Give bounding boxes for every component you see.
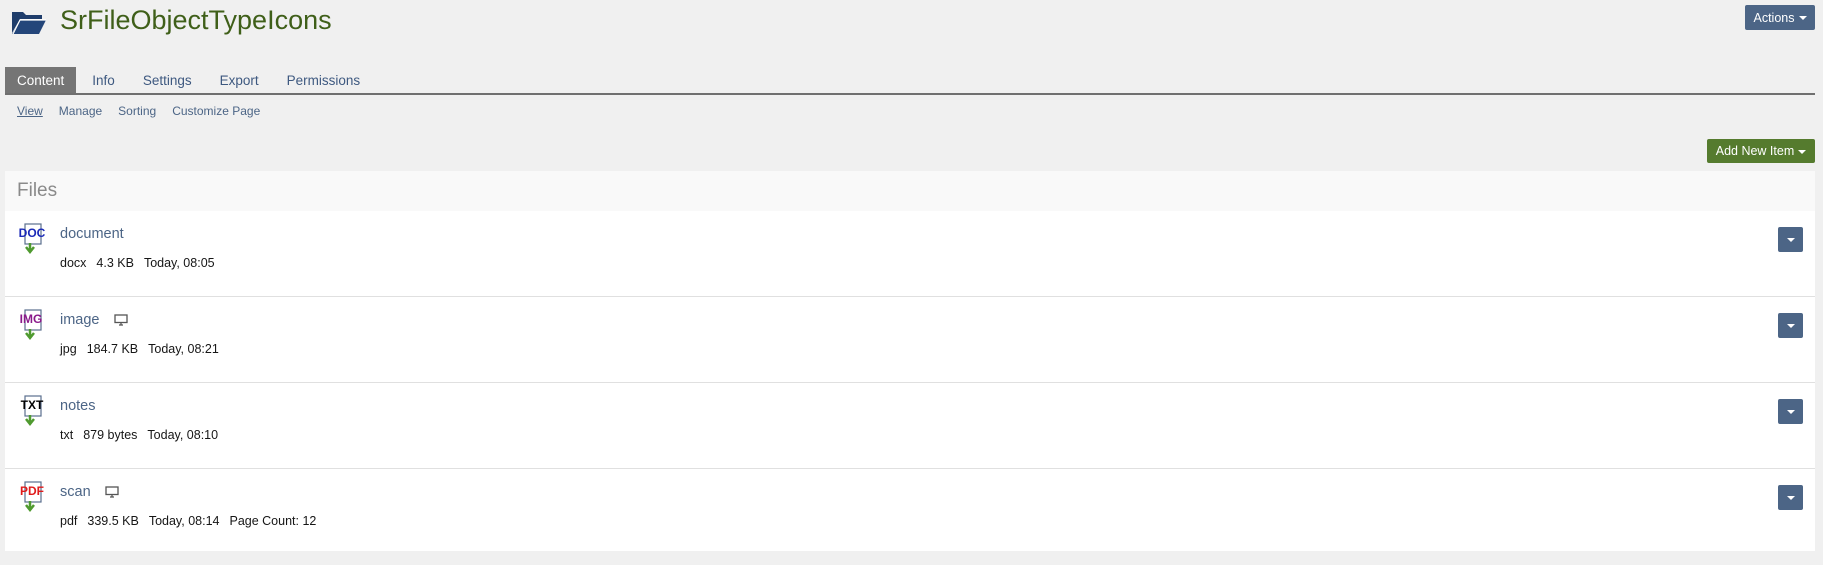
- file-title-text: image: [60, 312, 100, 328]
- monitor-preview-icon[interactable]: [113, 314, 128, 326]
- tab-settings[interactable]: Settings: [131, 67, 204, 93]
- caret-down-icon: [1786, 410, 1795, 414]
- caret-down-icon: [1798, 16, 1807, 20]
- txt-file-icon: TXT: [21, 395, 44, 427]
- item-actions-dropdown[interactable]: [1778, 313, 1803, 338]
- actions-button[interactable]: Actions: [1745, 5, 1815, 30]
- tab-bar: Content Info Settings Export Permissions: [5, 67, 1815, 95]
- file-meta: jpg 184.7 KB Today, 08:21: [60, 342, 219, 356]
- subtab-customize-page[interactable]: Customize Page: [172, 104, 260, 118]
- img-file-icon: IMG: [20, 309, 43, 341]
- tab-permissions[interactable]: Permissions: [275, 67, 373, 93]
- file-title-link[interactable]: document: [60, 226, 124, 242]
- pdf-file-icon: PDF: [20, 481, 44, 513]
- tab-info[interactable]: Info: [80, 67, 127, 93]
- file-extension: docx: [60, 256, 87, 270]
- item-actions-dropdown[interactable]: [1778, 399, 1803, 424]
- doc-file-icon: DOC: [19, 223, 46, 255]
- item-actions-dropdown[interactable]: [1778, 227, 1803, 252]
- list-item: TXT notes txt 879 bytes Today, 08:10: [5, 383, 1815, 469]
- file-title-text: scan: [60, 484, 91, 500]
- subtab-sorting[interactable]: Sorting: [118, 104, 156, 118]
- tab-export[interactable]: Export: [208, 67, 271, 93]
- file-title-text: document: [60, 226, 124, 242]
- file-meta: pdf 339.5 KB Today, 08:14 Page Count: 12: [60, 514, 316, 528]
- file-meta: docx 4.3 KB Today, 08:05: [60, 256, 215, 270]
- file-extension: jpg: [60, 342, 77, 356]
- caret-down-icon: [1786, 324, 1795, 328]
- file-extension: pdf: [60, 514, 78, 528]
- file-date: Today, 08:14: [148, 514, 220, 528]
- file-title-link[interactable]: notes: [60, 398, 95, 414]
- subtab-manage[interactable]: Manage: [59, 104, 102, 118]
- add-new-item-button[interactable]: Add New Item: [1707, 139, 1815, 163]
- page-title: SrFileObjectTypeIcons: [60, 5, 332, 35]
- svg-text:PDF: PDF: [20, 484, 44, 498]
- subtab-view[interactable]: View: [17, 104, 43, 118]
- caret-down-icon: [1786, 496, 1795, 500]
- list-item: IMG image jpg 184.7 KB Today, 08:21: [5, 297, 1815, 383]
- svg-text:TXT: TXT: [21, 398, 44, 412]
- monitor-preview-icon[interactable]: [104, 486, 119, 498]
- caret-down-icon: [1798, 149, 1807, 154]
- file-title-link[interactable]: scan: [60, 484, 119, 500]
- files-panel: Files DOC document docx 4.3 KB Today, 08…: [5, 171, 1815, 551]
- file-size: 879 bytes: [83, 428, 138, 442]
- file-date: Today, 08:05: [143, 256, 215, 270]
- caret-down-icon: [1786, 238, 1795, 242]
- folder-icon: [12, 12, 46, 35]
- svg-text:IMG: IMG: [20, 312, 43, 326]
- panel-heading: Files: [5, 171, 1815, 211]
- page-header: SrFileObjectTypeIcons Actions: [0, 0, 1823, 60]
- subtab-bar: View Manage Sorting Customize Page: [17, 104, 260, 118]
- list-item: DOC document docx 4.3 KB Today, 08:05: [5, 211, 1815, 297]
- add-new-item-label: Add New Item: [1715, 144, 1795, 158]
- file-title-link[interactable]: image: [60, 312, 128, 328]
- item-actions-dropdown[interactable]: [1778, 485, 1803, 510]
- file-size: 4.3 KB: [96, 256, 134, 270]
- svg-text:DOC: DOC: [19, 226, 46, 240]
- file-date: Today, 08:21: [148, 342, 219, 356]
- file-title-text: notes: [60, 398, 96, 414]
- file-page-count: Page Count: 12: [229, 514, 317, 528]
- file-meta: txt 879 bytes Today, 08:10: [60, 428, 218, 442]
- file-extension: txt: [60, 428, 74, 442]
- list-item: PDF scan pdf 339.5 KB Today, 08:14 Page …: [5, 469, 1815, 555]
- file-size: 339.5 KB: [87, 514, 139, 528]
- file-date: Today, 08:10: [147, 428, 219, 442]
- actions-label: Actions: [1753, 10, 1795, 25]
- file-size: 184.7 KB: [86, 342, 139, 356]
- tab-content[interactable]: Content: [5, 67, 77, 93]
